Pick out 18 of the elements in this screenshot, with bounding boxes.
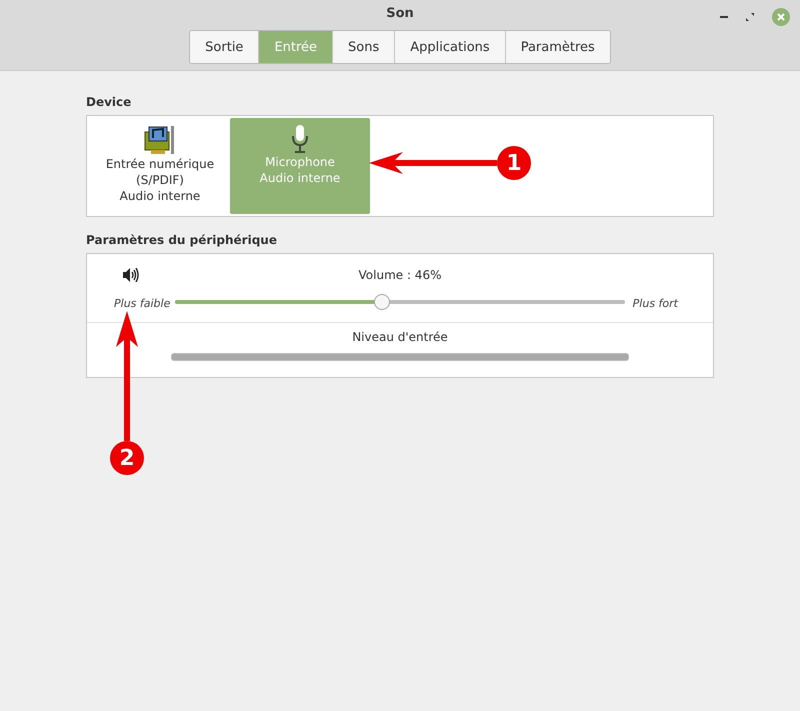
close-icon[interactable] (772, 8, 790, 26)
volume-label: Volume : 46% (358, 268, 442, 282)
speaker-icon (123, 268, 139, 282)
section-heading: Paramètres du périphérique (86, 233, 278, 247)
callout-number: 2 (110, 441, 144, 475)
high-label: Plus fort (632, 297, 678, 310)
window-title: Son (386, 6, 414, 22)
input-level-label: Niveau d'entrée (352, 330, 448, 344)
maximize-icon[interactable] (746, 13, 754, 21)
tab[interactable]: Sons (332, 31, 394, 63)
slider-thumb[interactable] (374, 294, 390, 310)
low-label: Plus faible (114, 297, 170, 310)
tab[interactable]: Applications (394, 31, 505, 63)
sound-card-icon (143, 124, 177, 156)
microphone-icon (290, 124, 310, 154)
tab[interactable]: Paramètres (504, 31, 610, 63)
tab[interactable]: Sortie (190, 31, 258, 63)
section-heading: Device (86, 95, 132, 109)
